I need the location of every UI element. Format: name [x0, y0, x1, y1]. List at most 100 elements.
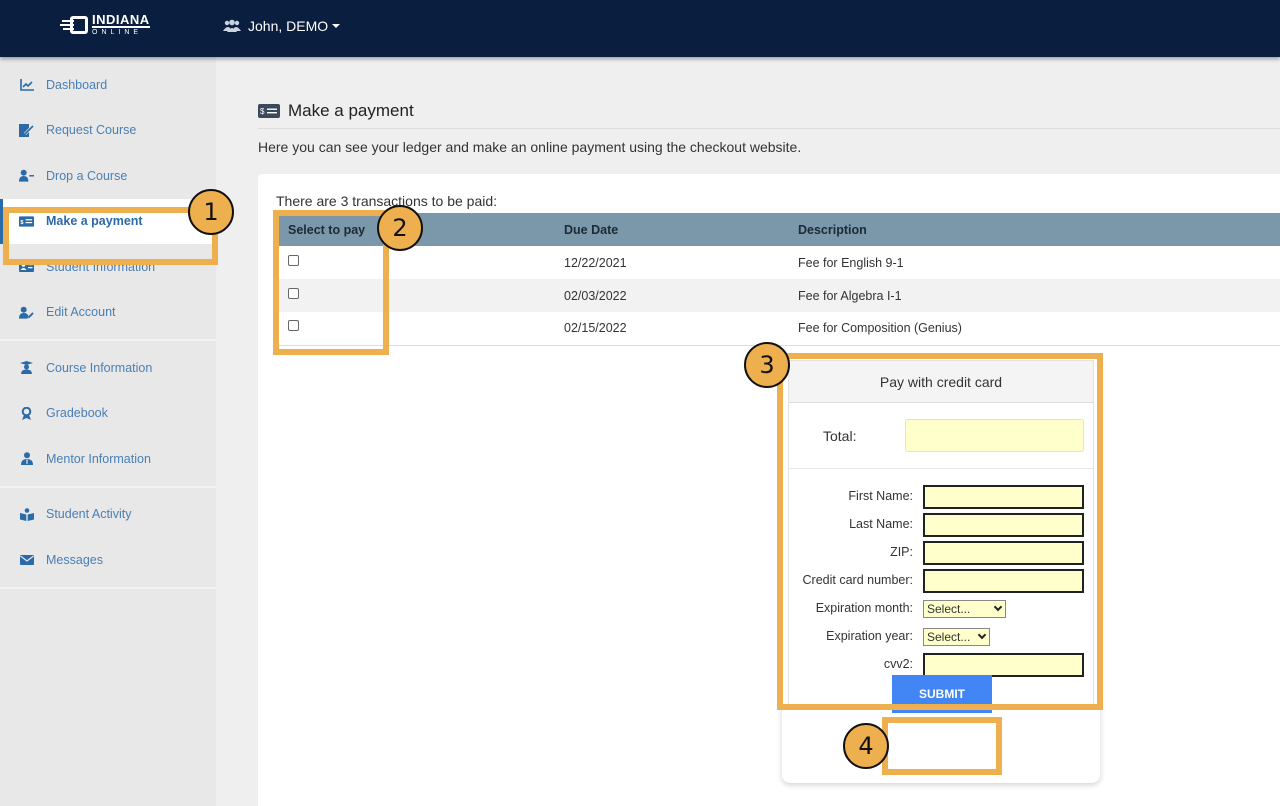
- file-signature-icon: [19, 123, 34, 137]
- ledger-card: There are 3 transactions to be paid: Sel…: [258, 174, 1280, 806]
- annotation-badge-2: 2: [377, 205, 423, 251]
- table-header-row: Select to pay Due Date Description: [276, 213, 1280, 246]
- sidebar-item-label: Make a payment: [46, 214, 143, 229]
- transaction-count-text: There are 3 transactions to be paid:: [276, 193, 498, 209]
- sidebar-group: Course Information Gradebook Mentor Info…: [0, 341, 216, 488]
- users-icon: [223, 19, 241, 32]
- last-name-label: Last Name:: [849, 517, 913, 531]
- table-row: 02/03/2022 Fee for Algebra I-1: [276, 279, 1280, 312]
- first-name-label: First Name:: [848, 489, 913, 503]
- indiana-online-logo[interactable]: INDIANA ONLINE: [60, 13, 150, 36]
- sidebar-item-messages[interactable]: Messages: [0, 537, 216, 583]
- annotation-badge-3: 3: [744, 342, 790, 388]
- due-date-cell: 02/03/2022: [552, 279, 786, 312]
- sidebar-group: Student Activity Messages: [0, 488, 216, 589]
- chart-line-icon: [19, 78, 34, 92]
- money-check-icon: $: [258, 104, 280, 118]
- graduate-icon: [19, 361, 34, 375]
- description-cell: Fee for Composition (Genius): [786, 312, 1280, 346]
- sidebar-item-label: Drop a Course: [46, 168, 128, 183]
- first-name-row: First Name:: [789, 483, 1093, 511]
- exp-month-value: Select...: [927, 602, 971, 616]
- sidebar-item-label: Dashboard: [46, 77, 108, 92]
- chevron-down-icon: [977, 630, 987, 640]
- user-tie-icon: [19, 452, 34, 466]
- divider: [258, 128, 1280, 129]
- sidebar-item-label: Student Activity: [46, 507, 132, 522]
- exp-month-row: Expiration month: Select...: [789, 595, 1093, 623]
- logo-line1: INDIANA: [92, 12, 150, 28]
- logo-line2: ONLINE: [92, 29, 143, 36]
- intro-text: Here you can see your ledger and make an…: [258, 139, 802, 155]
- sidebar-item-mentor-information[interactable]: Mentor Information: [0, 436, 216, 482]
- sidebar-item-label: Student Information: [46, 259, 156, 274]
- payment-form: Pay with credit card Total: First Name: …: [788, 360, 1094, 706]
- exp-year-select[interactable]: Select...: [923, 628, 990, 646]
- first-name-field[interactable]: [923, 485, 1084, 509]
- zip-label: ZIP:: [890, 545, 913, 559]
- sidebar-item-request-course[interactable]: Request Course: [0, 108, 216, 154]
- user-name: John, DEMO: [248, 18, 329, 34]
- select-checkbox[interactable]: [288, 287, 299, 299]
- zip-field[interactable]: [923, 541, 1084, 565]
- submit-button[interactable]: SUBMIT: [892, 675, 992, 713]
- book-reader-icon: [19, 507, 34, 521]
- exp-year-label: Expiration year:: [826, 629, 913, 643]
- table-row: 12/22/2021 Fee for English 9-1: [276, 246, 1280, 279]
- page-title-text: Make a payment: [288, 101, 414, 120]
- logo-icon: [60, 14, 90, 36]
- column-header-description[interactable]: Description: [786, 213, 1280, 246]
- sidebar: Dashboard Request Course Drop a Course $…: [0, 57, 216, 806]
- exp-year-value: Select...: [927, 630, 971, 644]
- credit-card-payment-panel: Pay with credit card Total: First Name: …: [782, 358, 1100, 783]
- total-row: Total:: [789, 403, 1093, 469]
- sidebar-item-edit-account[interactable]: Edit Account: [0, 290, 216, 336]
- sidebar-group: Dashboard Request Course Drop a Course $…: [0, 57, 216, 341]
- sidebar-item-student-activity[interactable]: Student Activity: [0, 492, 216, 538]
- svg-text:$: $: [260, 107, 265, 116]
- due-date-cell: 12/22/2021: [564, 255, 627, 270]
- zip-row: ZIP:: [789, 539, 1093, 567]
- payment-heading: Pay with credit card: [789, 361, 1093, 403]
- sidebar-item-label: Messages: [46, 552, 103, 567]
- user-minus-icon: [19, 169, 34, 183]
- sidebar-item-student-information[interactable]: Student Information: [0, 244, 216, 290]
- exp-year-row: Expiration year: Select...: [789, 623, 1093, 651]
- sidebar-item-drop-course[interactable]: Drop a Course: [0, 153, 216, 199]
- exp-month-label: Expiration month:: [815, 601, 913, 615]
- last-name-row: Last Name:: [789, 511, 1093, 539]
- page-title: $ Make a payment: [258, 101, 414, 121]
- chevron-down-icon: [993, 602, 1003, 612]
- annotation-badge-1: 1: [188, 189, 234, 235]
- sidebar-item-gradebook[interactable]: Gradebook: [0, 391, 216, 437]
- card-number-row: Credit card number:: [789, 567, 1093, 595]
- sidebar-item-label: Course Information: [46, 360, 153, 375]
- sidebar-item-make-payment[interactable]: $ Make a payment: [0, 198, 216, 244]
- sidebar-item-dashboard[interactable]: Dashboard: [0, 62, 216, 108]
- user-edit-icon: [19, 305, 34, 319]
- caret-down-icon: [332, 24, 341, 28]
- exp-month-select[interactable]: Select...: [923, 600, 1006, 618]
- column-header-due-date[interactable]: Due Date: [552, 213, 786, 246]
- total-field: [905, 419, 1084, 452]
- envelope-icon: [19, 553, 34, 567]
- ledger-table: Select to pay Due Date Description 12/22…: [276, 213, 1280, 346]
- sidebar-item-label: Mentor Information: [46, 451, 151, 466]
- cvv2-label: cvv2:: [883, 657, 913, 671]
- card-number-field[interactable]: [923, 569, 1084, 593]
- annotation-badge-4: 4: [843, 723, 889, 769]
- select-checkbox[interactable]: [288, 254, 299, 266]
- select-checkbox[interactable]: [288, 320, 299, 332]
- main-content: $ Make a payment Here you can see your l…: [258, 57, 1280, 806]
- sidebar-item-course-information[interactable]: Course Information: [0, 345, 216, 391]
- sidebar-item-label: Gradebook: [46, 406, 108, 421]
- award-icon: [19, 406, 34, 420]
- card-number-label: Credit card number:: [802, 573, 913, 587]
- user-menu-dropdown[interactable]: John, DEMO: [223, 18, 341, 34]
- id-card-icon: [19, 260, 34, 274]
- total-label: Total:: [823, 428, 857, 444]
- cvv2-field[interactable]: [923, 653, 1084, 677]
- last-name-field[interactable]: [923, 513, 1084, 537]
- due-date-cell: 02/15/2022: [552, 312, 786, 346]
- description-cell: Fee for English 9-1: [798, 255, 904, 270]
